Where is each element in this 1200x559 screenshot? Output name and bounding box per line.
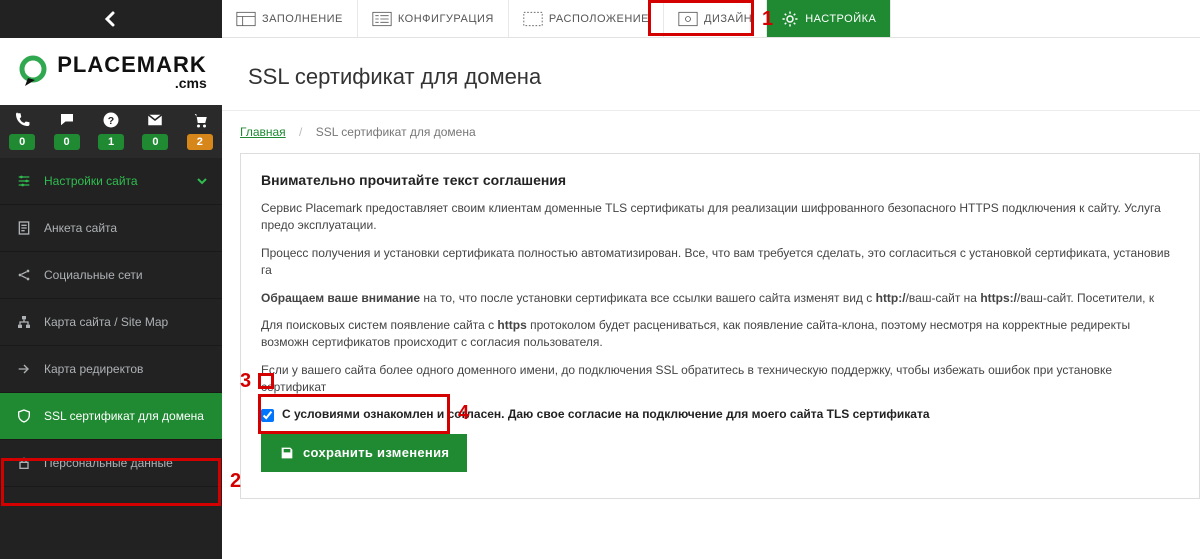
agree-row: С условиями ознакомлен и согласен. Даю с…	[261, 407, 1179, 422]
back-button[interactable]	[0, 0, 222, 38]
top-tabs: ЗАПОЛНЕНИЕ КОНФИГУРАЦИЯ РАСПОЛОЖЕНИЕ ДИЗ…	[222, 0, 1200, 38]
chevron-left-icon	[103, 11, 119, 27]
crumb-current: SSL сертификат для домена	[316, 125, 476, 139]
sidebar-item-sitemap[interactable]: Карта сайта / Site Map	[0, 299, 222, 346]
counters-row: 0 0 ? 1 0 2	[0, 105, 222, 158]
logo-name: PLACEMARK	[57, 54, 207, 76]
agreement-p3-strong: Обращаем ваше внимание	[261, 291, 420, 305]
annotation-num-2: 2	[230, 470, 241, 493]
tab-config[interactable]: КОНФИГУРАЦИЯ	[358, 0, 509, 37]
logo-mark-icon	[15, 54, 51, 90]
agreement-p3: Обращаем ваше внимание на то, что после …	[261, 290, 1179, 307]
mail-icon	[146, 111, 164, 129]
form-icon	[16, 220, 32, 236]
agreement-panel: Внимательно прочитайте текст соглашения …	[240, 153, 1200, 499]
phone-icon	[13, 111, 31, 129]
counter-help[interactable]: ? 1	[89, 105, 133, 158]
sidebar-item-label: Социальные сети	[44, 268, 143, 282]
agreement-p1: Сервис Placemark предоставляет своим кли…	[261, 200, 1179, 235]
agreement-heading: Внимательно прочитайте текст соглашения	[261, 172, 1179, 188]
sidebar-item-label: Настройки сайта	[44, 174, 138, 188]
layout-icon	[523, 11, 543, 27]
tab-settings[interactable]: НАСТРОЙКА	[767, 0, 891, 37]
sliders-icon	[16, 173, 32, 189]
crumb-home[interactable]: Главная	[240, 125, 286, 139]
agreement-p4: Для поисковых систем появление сайта с h…	[261, 317, 1179, 352]
counter-cart[interactable]: 2	[178, 105, 222, 158]
sidebar-item-anketa[interactable]: Анкета сайта	[0, 205, 222, 252]
cart-icon	[191, 111, 209, 129]
sidebar-item-redirects[interactable]: Карта редиректов	[0, 346, 222, 393]
svg-text:?: ?	[108, 115, 114, 127]
sidebar-item-label: Анкета сайта	[44, 221, 117, 235]
counter-value: 1	[98, 134, 124, 150]
annotation-num-1: 1	[762, 8, 773, 31]
side-nav: Настройки сайта Анкета сайта Социальные …	[0, 158, 222, 559]
tab-label: ДИЗАЙН	[704, 13, 752, 25]
shield-icon	[16, 408, 32, 424]
counter-mail[interactable]: 0	[133, 105, 177, 158]
gear-icon	[781, 10, 799, 28]
counter-value: 2	[187, 134, 213, 150]
save-button[interactable]: сохранить изменения	[261, 434, 467, 472]
agree-label[interactable]: С условиями ознакомлен и согласен. Даю с…	[282, 407, 930, 421]
tab-label: НАСТРОЙКА	[805, 13, 876, 25]
counter-value: 0	[142, 134, 168, 150]
redirect-icon	[16, 361, 32, 377]
sidebar-item-social[interactable]: Социальные сети	[0, 252, 222, 299]
crumb-separator: /	[299, 125, 302, 139]
sidebar-item-label: Карта сайта / Site Map	[44, 315, 168, 329]
left-column: PLACEMARK .cms 0 0 ? 1 0	[0, 0, 222, 559]
share-icon	[16, 267, 32, 283]
breadcrumb: Главная / SSL сертификат для домена	[222, 111, 1200, 153]
logo: PLACEMARK .cms	[15, 54, 207, 90]
tab-layout[interactable]: РАСПОЛОЖЕНИЕ	[509, 0, 664, 37]
sidebar-item-label: Карта редиректов	[44, 362, 143, 376]
fill-icon	[236, 11, 256, 27]
agreement-p5: Если у вашего сайта более одного доменно…	[261, 362, 1179, 397]
save-icon	[279, 445, 295, 461]
page-title: SSL сертификат для домена	[222, 38, 1200, 111]
tab-design[interactable]: ДИЗАЙН	[664, 0, 767, 37]
counter-value: 0	[54, 134, 80, 150]
logo-bar: PLACEMARK .cms	[0, 0, 222, 105]
config-icon	[372, 11, 392, 27]
counter-calls[interactable]: 0	[0, 105, 44, 158]
logo-suffix: .cms	[57, 76, 207, 90]
sidebar-item-label: SSL сертификат для домена	[44, 409, 204, 423]
agreement-p2: Процесс получения и установки сертификат…	[261, 245, 1179, 280]
tab-label: РАСПОЛОЖЕНИЕ	[549, 13, 649, 25]
tab-label: ЗАПОЛНЕНИЕ	[262, 13, 343, 25]
sidebar-item-label: Персональные данные	[44, 456, 173, 470]
annotation-num-4: 4	[458, 402, 469, 425]
counter-value: 0	[9, 134, 35, 150]
sidebar-item-personal[interactable]: Персональные данные	[0, 440, 222, 487]
tab-fill[interactable]: ЗАПОЛНЕНИЕ	[222, 0, 358, 37]
sidebar-item-settings[interactable]: Настройки сайта	[0, 158, 222, 205]
chat-icon	[58, 111, 76, 129]
right-column: ЗАПОЛНЕНИЕ КОНФИГУРАЦИЯ РАСПОЛОЖЕНИЕ ДИЗ…	[222, 0, 1200, 559]
save-label: сохранить изменения	[303, 445, 449, 460]
agree-checkbox[interactable]	[261, 409, 274, 422]
annotation-num-3: 3	[240, 370, 251, 393]
counter-chat[interactable]: 0	[44, 105, 88, 158]
help-icon: ?	[102, 111, 120, 129]
lock-icon	[16, 455, 32, 471]
tab-label: КОНФИГУРАЦИЯ	[398, 13, 494, 25]
design-icon	[678, 11, 698, 27]
chevron-down-icon	[196, 175, 208, 187]
sitemap-icon	[16, 314, 32, 330]
sidebar-item-ssl[interactable]: SSL сертификат для домена	[0, 393, 222, 440]
